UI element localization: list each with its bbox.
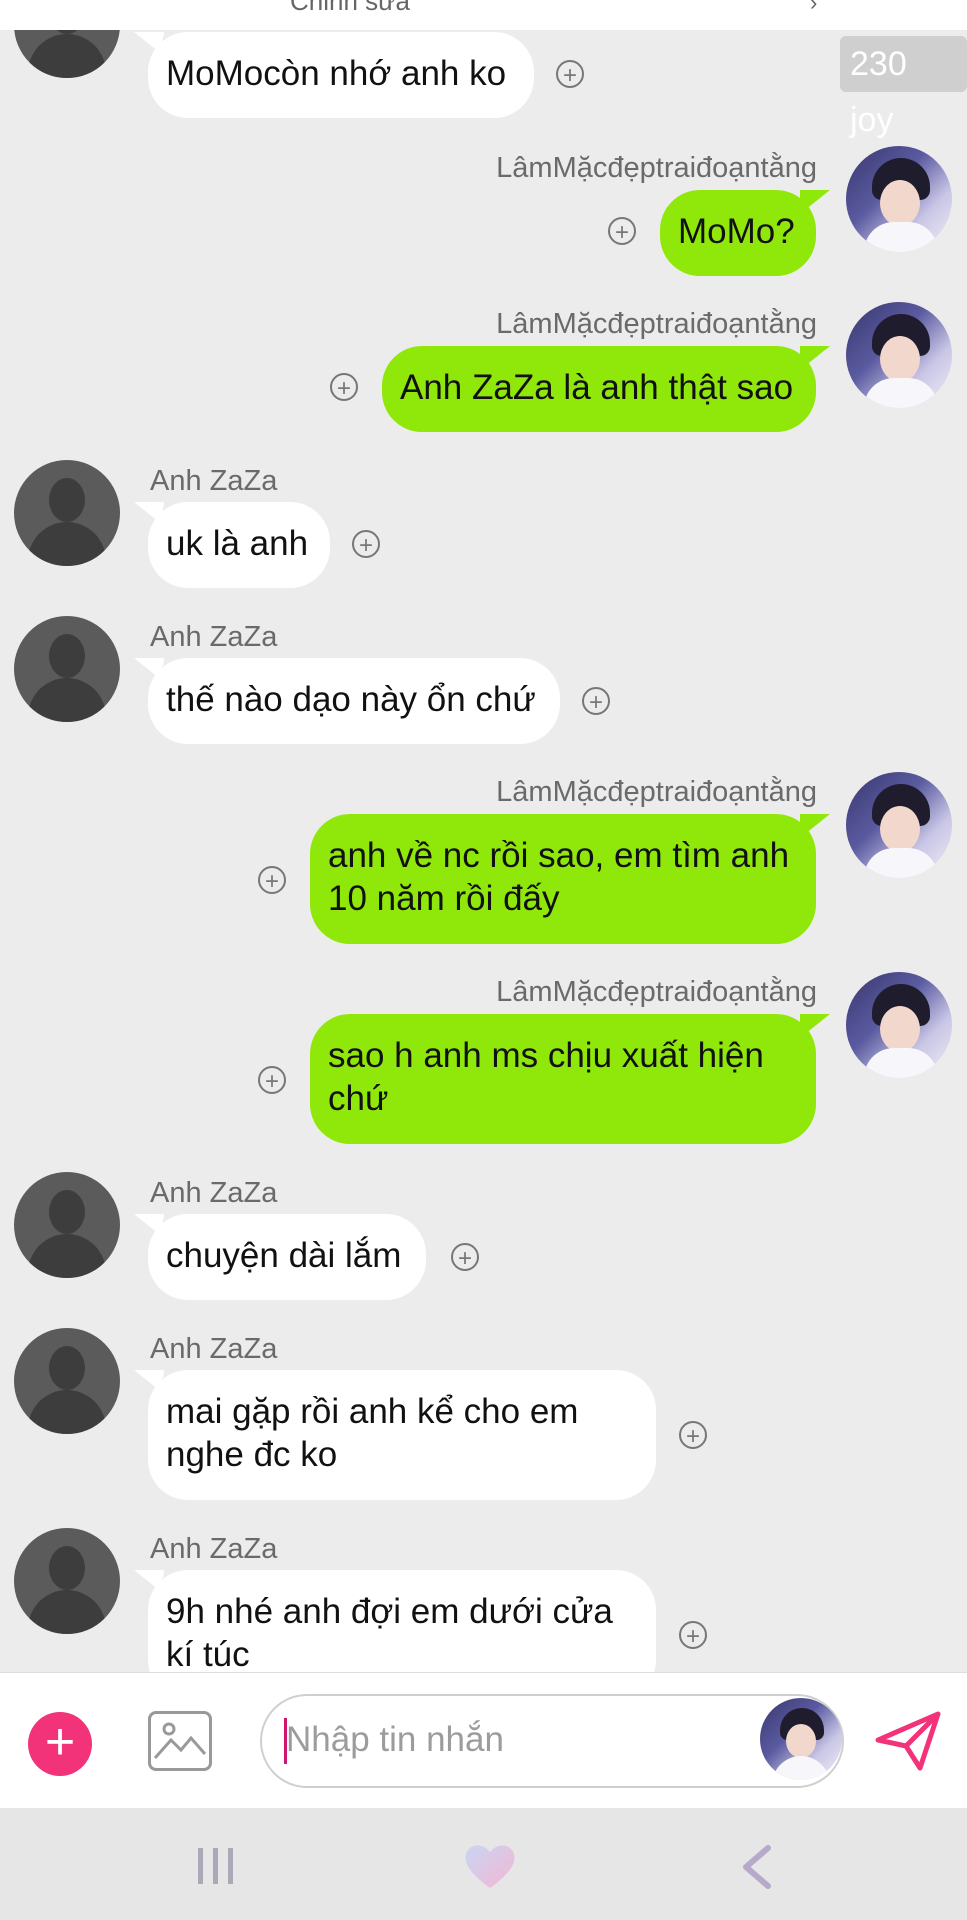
image-icon[interactable]	[148, 1711, 212, 1771]
react-icon[interactable]: +	[679, 1621, 707, 1650]
paper-plane-icon	[875, 1711, 941, 1771]
message-bubble[interactable]: anh về nc rồi sao, em tìm anh 10 năm rồi…	[310, 814, 816, 944]
react-icon[interactable]: +	[352, 530, 380, 559]
message-bubble[interactable]: mai gặp rồi anh kể cho em nghe đc ko	[148, 1370, 656, 1500]
chevron-right-icon[interactable]: ›	[810, 0, 817, 16]
message-text: mai gặp rồi anh kể cho em nghe đc ko	[166, 1392, 579, 1474]
sender-avatar[interactable]	[14, 1328, 120, 1434]
message-text: 9h nhé anh đợi em dưới cửa kí túc	[166, 1592, 613, 1672]
add-attachment-button[interactable]: +	[28, 1712, 92, 1776]
react-icon[interactable]: +	[679, 1421, 707, 1450]
message-bubble[interactable]: sao h anh ms chịu xuất hiện chứ	[310, 1014, 816, 1144]
my-avatar[interactable]	[846, 302, 952, 408]
sender-name: Anh ZaZa	[150, 1177, 278, 1209]
message-bubble[interactable]: MoMocòn nhớ anh ko	[148, 32, 534, 118]
message-text: MoMo?	[678, 212, 795, 251]
sender-name: LâmMặcđẹptraiđoạntằng	[496, 976, 817, 1008]
sender-name: LâmMặcđẹptraiđoạntằng	[496, 308, 817, 340]
my-avatar[interactable]	[846, 146, 952, 252]
message-bubble[interactable]: thế nào dạo này ổn chứ	[148, 658, 560, 744]
react-icon[interactable]: +	[258, 866, 286, 895]
message-text: chuyện dài lắm	[166, 1236, 402, 1275]
sender-avatar[interactable]	[14, 1528, 120, 1634]
message-bubble[interactable]: MoMo?	[660, 190, 816, 276]
input-placeholder: Nhập tin nhắn	[286, 1720, 504, 1759]
react-icon[interactable]: +	[556, 60, 584, 89]
message-bubble[interactable]: Anh ZaZa là anh thật sao	[382, 346, 816, 432]
sender-name: Anh ZaZa	[150, 1533, 278, 1565]
message-text: MoMocòn nhớ anh ko	[166, 54, 507, 93]
sender-name: Anh ZaZa	[150, 1333, 278, 1365]
sender-avatar[interactable]	[14, 460, 120, 566]
sender-avatar[interactable]	[14, 616, 120, 722]
message-text: sao h anh ms chịu xuất hiện chứ	[328, 1036, 764, 1118]
my-avatar[interactable]	[846, 972, 952, 1078]
sender-name: LâmMặcđẹptraiđoạntằng	[496, 152, 817, 184]
message-text: anh về nc rồi sao, em tìm anh 10 năm rồi…	[328, 836, 790, 918]
message-bubble[interactable]: uk là anh	[148, 502, 330, 588]
react-icon[interactable]: +	[258, 1066, 286, 1095]
heart-icon[interactable]	[462, 1842, 518, 1890]
chat-area: MoMocòn nhớ anh ko + 230 joy LâmMặcđẹptr…	[0, 0, 967, 1672]
persona-avatar[interactable]	[760, 1698, 842, 1780]
react-icon[interactable]: +	[451, 1243, 479, 1272]
back-icon[interactable]	[740, 1844, 772, 1890]
top-bar-title[interactable]: Chỉnh sửa	[290, 0, 410, 17]
joy-badge: 230 joy	[840, 36, 967, 139]
react-icon[interactable]: +	[608, 217, 636, 246]
recents-icon[interactable]	[196, 1846, 236, 1886]
sender-name: Anh ZaZa	[150, 465, 278, 497]
sender-name: Anh ZaZa	[150, 621, 278, 653]
message-text: uk là anh	[166, 524, 309, 563]
message-text: thế nào dạo này ổn chứ	[166, 680, 536, 719]
send-button[interactable]	[874, 1710, 942, 1772]
message-bubble[interactable]: chuyện dài lắm	[148, 1214, 426, 1300]
message-text: Anh ZaZa là anh thật sao	[400, 368, 794, 407]
react-icon[interactable]: +	[330, 373, 358, 402]
top-bar: Chỉnh sửa ›	[0, 0, 967, 30]
react-icon[interactable]: +	[582, 687, 610, 716]
my-avatar[interactable]	[846, 772, 952, 878]
message-bubble[interactable]: 9h nhé anh đợi em dưới cửa kí túc	[148, 1570, 656, 1672]
sender-name: LâmMặcđẹptraiđoạntằng	[496, 776, 817, 808]
sender-avatar[interactable]	[14, 1172, 120, 1278]
